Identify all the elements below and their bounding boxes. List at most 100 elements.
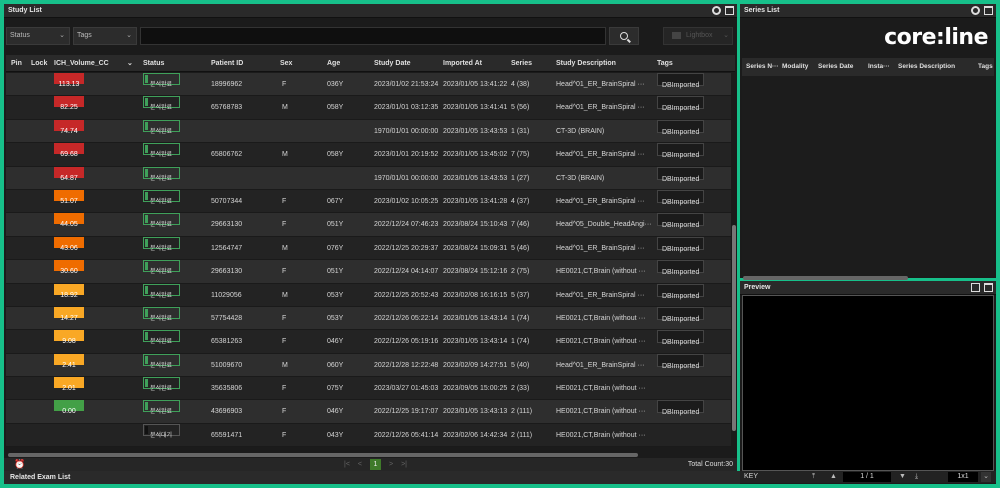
col-series-description[interactable]: Series Description bbox=[898, 58, 955, 76]
maximize-icon[interactable] bbox=[725, 6, 734, 15]
series-table-header: Series N··· Modality Series Date Insta··… bbox=[742, 58, 994, 76]
tags-filter-select[interactable]: Tags ⌄ bbox=[73, 27, 137, 45]
table-row[interactable]: 44.05 분석완료 29663130 F 051Y 2022/12/24 07:46:2… bbox=[6, 213, 731, 237]
imported-at-cell: 2023/02/06 14:42:34 bbox=[443, 431, 508, 439]
next-page-icon[interactable]: > bbox=[389, 459, 393, 470]
col-modality[interactable]: Modality bbox=[782, 58, 808, 76]
sort-chevron-icon[interactable]: ⌄ bbox=[127, 55, 133, 72]
table-row[interactable]: 43.06 분석완료 12564747 M 076Y 2022/12/25 20:29:3… bbox=[6, 236, 731, 261]
col-study-description[interactable]: Study Description bbox=[556, 55, 616, 72]
patient-id-cell: 50707344 bbox=[211, 197, 243, 205]
col-patient-id[interactable]: Patient ID bbox=[211, 55, 243, 72]
lightbox-select[interactable]: Lightbox ⌄ bbox=[663, 27, 733, 45]
table-row[interactable]: 2.41 분석완료 51009670 M 060Y 2022/12/28 12:22:48… bbox=[6, 353, 731, 378]
col-instances[interactable]: Insta··· bbox=[868, 58, 890, 76]
search-input[interactable] bbox=[140, 27, 606, 45]
filter-bar: Status ⌄ Tags ⌄ Lightbox ⌄ bbox=[6, 26, 733, 46]
table-row[interactable]: 113.13 분석완료 18996962 F 036Y 2023/01/02 21:53:… bbox=[6, 73, 731, 97]
table-row[interactable]: 0.00 분석완료 43696903 F 046Y 2022/12/25 19:17:07… bbox=[6, 400, 731, 424]
preview-viewport[interactable] bbox=[742, 295, 994, 471]
table-row[interactable]: 82.25 분석완료 65768783 M 058Y 2023/01/01 03:12:3… bbox=[6, 96, 731, 120]
chevron-down-icon: ⌄ bbox=[723, 32, 729, 39]
search-button[interactable] bbox=[609, 27, 639, 45]
last-page-icon[interactable]: >| bbox=[401, 459, 407, 470]
study-description-cell: Head^01_ER_BrainSpiral ··· bbox=[556, 197, 645, 205]
age-cell: 046Y bbox=[327, 408, 344, 416]
imported-at-cell: 2023/08/24 15:12:16 bbox=[443, 268, 508, 276]
col-lock[interactable]: Lock bbox=[31, 55, 47, 72]
study-list-footer: ⏰ |< < 1 > >| Total Count:30 bbox=[4, 458, 737, 471]
imported-at-cell: 2023/08/24 15:09:31 bbox=[443, 244, 508, 252]
preview-title: Preview bbox=[740, 281, 996, 295]
col-pin[interactable]: Pin bbox=[11, 55, 22, 72]
series-list-title-text: Series List bbox=[744, 7, 780, 14]
status-filter-select[interactable]: Status ⌄ bbox=[6, 27, 70, 45]
tag-badge: DBImported bbox=[657, 143, 705, 159]
study-description-cell: HE0021,CT,Brain (without ··· bbox=[556, 268, 646, 276]
table-row[interactable]: 2.01 분석완료 35635806 F 075Y 2023/03/27 01:45:03… bbox=[6, 377, 731, 401]
col-tags[interactable]: Tags bbox=[657, 55, 673, 72]
series-horizontal-scrollbar[interactable] bbox=[743, 276, 908, 280]
vertical-scrollbar[interactable] bbox=[732, 225, 736, 431]
pagination: |< < 1 > >| bbox=[344, 459, 407, 470]
col-study-date[interactable]: Study Date bbox=[374, 55, 411, 72]
last-image-icon[interactable]: ⤓ bbox=[915, 471, 918, 483]
copy-icon[interactable] bbox=[971, 283, 980, 292]
sex-cell: F bbox=[282, 338, 287, 346]
first-image-icon[interactable]: ⤒ bbox=[812, 471, 815, 483]
study-description-cell: Head^01_ER_BrainSpiral ··· bbox=[556, 361, 645, 369]
layout-select[interactable]: 1x1 bbox=[948, 472, 978, 482]
table-row[interactable]: 18.92 분석완료 11029056 M 053Y 2022/12/25 20:52:4… bbox=[6, 283, 731, 307]
prev-page-icon[interactable]: < bbox=[358, 459, 362, 470]
status-filter-label: Status bbox=[10, 32, 30, 39]
alarm-off-icon[interactable]: ⏰ bbox=[14, 459, 25, 470]
table-row[interactable]: 64.87 분석완료 1970/01/01 00:00:00 2023/01/05 1… bbox=[6, 166, 731, 190]
layout-chevron-icon[interactable]: ⌄ bbox=[981, 472, 991, 482]
imported-at-cell: 2023/02/08 16:16:15 bbox=[443, 291, 508, 299]
table-row[interactable]: 51.07 분석완료 50707344 F 067Y 2023/01/02 10:05:2… bbox=[6, 189, 731, 214]
settings-gear-icon[interactable] bbox=[971, 6, 980, 15]
col-series[interactable]: Series bbox=[511, 55, 532, 72]
sex-cell: M bbox=[282, 361, 288, 369]
first-page-icon[interactable]: |< bbox=[344, 459, 350, 470]
col-series-date[interactable]: Series Date bbox=[818, 58, 853, 76]
col-age[interactable]: Age bbox=[327, 55, 340, 72]
maximize-icon[interactable] bbox=[984, 6, 993, 15]
next-image-icon[interactable]: ▼ bbox=[899, 471, 906, 483]
maximize-icon[interactable] bbox=[984, 283, 993, 292]
horizontal-scrollbar[interactable] bbox=[8, 453, 638, 457]
settings-gear-icon[interactable] bbox=[712, 6, 721, 15]
sex-cell: F bbox=[282, 268, 287, 276]
series-cell: 7 (75) bbox=[511, 151, 530, 159]
study-description-cell: CT-3D (BRAIN) bbox=[556, 174, 605, 182]
prev-image-icon[interactable]: ▲ bbox=[830, 471, 837, 483]
table-row[interactable]: 14.27 분석완료 57754428 F 053Y 2022/12/26 05:22:1… bbox=[6, 306, 731, 331]
page-number-current[interactable]: 1 bbox=[370, 459, 381, 470]
study-description-cell: Head^01_ER_BrainSpiral ··· bbox=[556, 291, 645, 299]
table-row[interactable]: 74.74 분석완료 1970/01/01 00:00:00 2023/01/05 1… bbox=[6, 119, 731, 144]
col-ich-volume[interactable]: ICH_Volume_CC bbox=[54, 55, 109, 72]
study-date-cell: 2022/12/24 07:46:23 bbox=[374, 221, 439, 229]
col-imported-at[interactable]: Imported At bbox=[443, 55, 482, 72]
col-series-tags[interactable]: Tags bbox=[978, 58, 993, 76]
col-status[interactable]: Status bbox=[143, 55, 164, 72]
col-sex[interactable]: Sex bbox=[280, 55, 292, 72]
age-cell: 075Y bbox=[327, 385, 344, 393]
ich-volume-badge: 18.92 bbox=[54, 283, 84, 299]
chevron-down-icon: ⌄ bbox=[59, 32, 65, 39]
col-series-number[interactable]: Series N··· bbox=[746, 58, 779, 76]
table-row[interactable]: 분석대기 65591471 F 043Y 2022/12/26 05:41:14 2023… bbox=[6, 423, 731, 448]
imported-at-cell: 2023/01/05 13:45:02 bbox=[443, 151, 508, 159]
search-icon bbox=[620, 32, 628, 40]
imported-at-cell: 2023/01/05 13:41:28 bbox=[443, 197, 508, 205]
ich-volume-badge: 43.06 bbox=[54, 236, 84, 252]
study-description-cell: HE0021,CT,Brain (without ··· bbox=[556, 431, 646, 439]
series-cell: 5 (46) bbox=[511, 244, 530, 252]
status-badge: 분석완료 bbox=[143, 260, 180, 275]
table-row[interactable]: 30.60 분석완료 29663130 F 051Y 2022/12/24 04:14:0… bbox=[6, 260, 731, 284]
table-row[interactable]: 9.08 분석완료 65381263 F 046Y 2022/12/26 05:19:16… bbox=[6, 330, 731, 354]
series-table-body bbox=[742, 76, 994, 276]
tag-badge: DBImported bbox=[657, 119, 705, 136]
table-row[interactable]: 69.68 분석완료 65806762 M 058Y 2023/01/01 20:19:5… bbox=[6, 143, 731, 167]
ich-volume-badge: 64.87 bbox=[54, 166, 84, 182]
